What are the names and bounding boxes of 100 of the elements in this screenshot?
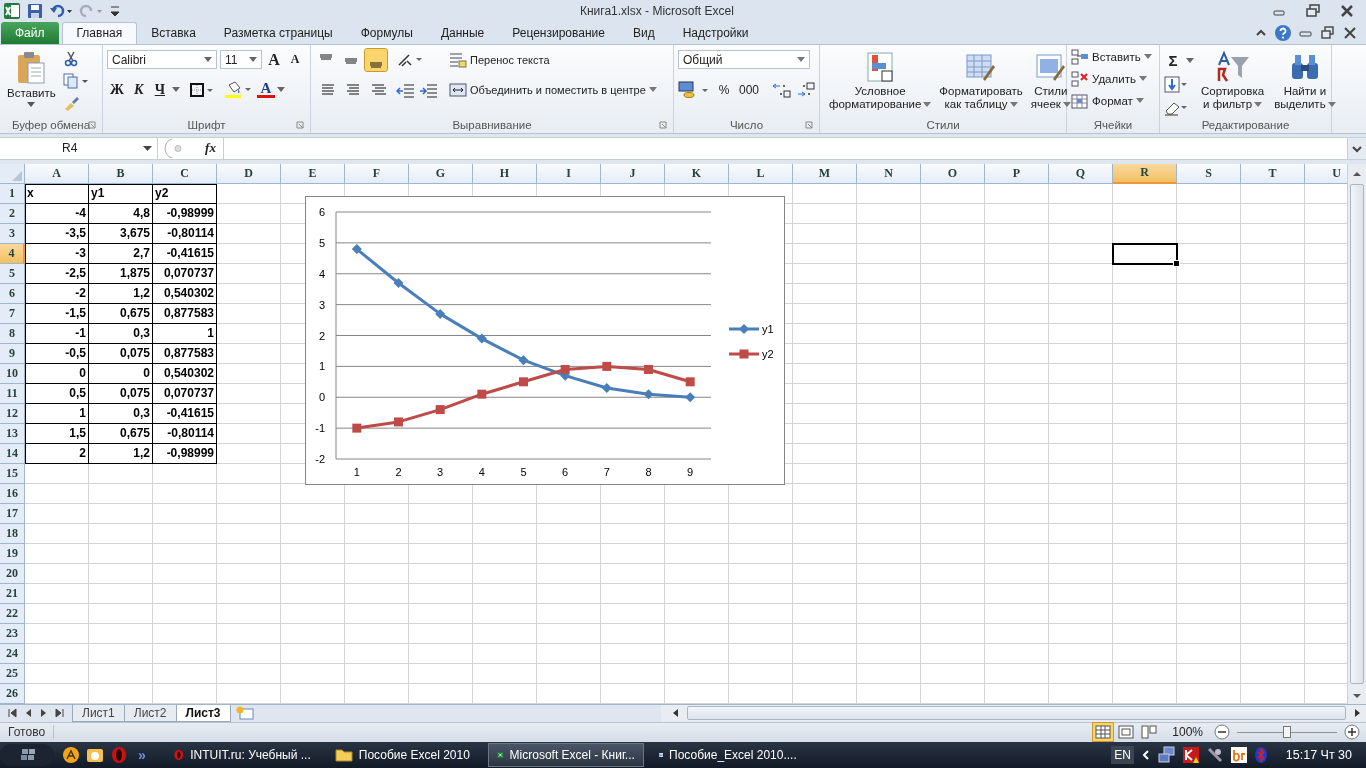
paste-button[interactable]: Вставить — [4, 48, 59, 109]
clock[interactable]: 15:17 Чт 30 — [1285, 748, 1352, 762]
column-header[interactable]: L — [729, 163, 793, 184]
column-header[interactable]: E — [281, 163, 345, 184]
row-header[interactable]: 7 — [0, 303, 25, 324]
name-box[interactable]: R4 — [0, 137, 158, 159]
ribbon-tab[interactable]: Надстройки — [668, 21, 763, 44]
row-header[interactable]: 23 — [0, 623, 25, 644]
ribbon-tab[interactable]: Вставка — [137, 21, 210, 44]
ribbon-tab[interactable]: Формулы — [346, 21, 427, 44]
row-header[interactable]: 13 — [0, 423, 25, 444]
axis-label: 8 — [645, 465, 652, 478]
row-header[interactable]: 26 — [0, 683, 25, 704]
group-label: Шрифт — [187, 118, 226, 131]
row-header[interactable]: 3 — [0, 223, 25, 244]
ribbon-tab[interactable]: Данные — [426, 21, 499, 44]
axis-label: 2 — [395, 465, 402, 478]
grow-font-button[interactable]: A — [265, 49, 283, 70]
row-header[interactable]: 20 — [0, 563, 25, 584]
column-header[interactable]: J — [601, 163, 665, 184]
percent-button[interactable]: % — [715, 79, 733, 100]
row-header[interactable]: 11 — [0, 383, 25, 404]
row-header[interactable]: 14 — [0, 443, 25, 464]
merge-center-button[interactable]: Объединить и поместить в центре — [449, 78, 657, 101]
ribbon-tab[interactable]: Рецензирование — [498, 21, 619, 44]
column-header[interactable]: P — [985, 163, 1049, 184]
font-color-button[interactable]: A — [256, 81, 275, 99]
taskbar-item[interactable]: Пособие Excel 2010 — [325, 743, 482, 767]
styles-button[interactable]: Условное форматирование — [826, 48, 935, 113]
table-cell: -0,80114 — [153, 423, 217, 444]
column-header[interactable]: U — [1305, 163, 1347, 184]
row-header[interactable]: 2 — [0, 203, 25, 224]
taskbar-item[interactable]: Microsoft Excel - Книг... — [487, 743, 644, 767]
row-header[interactable]: 18 — [0, 523, 25, 544]
row-header[interactable]: 16 — [0, 483, 25, 504]
chart-area[interactable]: -2 -1 0 1 2 3 4 5 6 y1 y2 1 2 3 4 5 6 7 8 9 — [305, 195, 785, 485]
column-header[interactable]: D — [217, 163, 281, 184]
column-header[interactable]: Q — [1049, 163, 1113, 184]
row-header[interactable]: 1 — [0, 183, 25, 204]
ribbon-tab[interactable]: Файл — [1, 21, 59, 44]
column-header[interactable]: A — [25, 163, 89, 184]
underline-button[interactable]: Ч — [150, 79, 169, 100]
column-header[interactable]: N — [857, 163, 921, 184]
row-header[interactable]: 5 — [0, 263, 25, 284]
column-header[interactable]: R — [1113, 163, 1177, 184]
ribbon-tab[interactable]: Главная — [61, 21, 138, 44]
more-icons-button[interactable]: » — [138, 747, 146, 763]
autosum-button[interactable]: Σ — [1164, 50, 1182, 71]
cells-button[interactable]: Удалить — [1071, 68, 1147, 89]
editing-button[interactable]: Сортировка и фильтр — [1198, 48, 1268, 113]
axis-label: 6 — [318, 205, 325, 218]
font-size-field[interactable]: 11 — [220, 50, 262, 70]
row-header[interactable]: 17 — [0, 503, 25, 524]
wrap-text-button[interactable]: Перенос текста — [449, 48, 657, 71]
zoom-level[interactable]: 100% — [1172, 725, 1203, 740]
column-header[interactable]: K — [665, 163, 729, 184]
column-header[interactable]: S — [1177, 163, 1241, 184]
column-header[interactable]: C — [153, 163, 217, 184]
table-cell: 3,675 — [89, 223, 153, 244]
row-header[interactable]: 24 — [0, 643, 25, 664]
row-header[interactable]: 10 — [0, 363, 25, 384]
shrink-font-button[interactable]: A — [286, 49, 304, 70]
column-header[interactable]: G — [409, 163, 473, 184]
row-header[interactable]: 4 — [0, 243, 25, 264]
ribbon-tab[interactable]: Разметка страницы — [209, 21, 347, 44]
ribbon-tab[interactable]: Вид — [618, 21, 669, 44]
row-header[interactable]: 25 — [0, 663, 25, 684]
taskbar-item[interactable]: INTUIT.ru: Учебный ... — [163, 743, 320, 767]
italic-button[interactable]: К — [129, 79, 148, 100]
row-header[interactable]: 12 — [0, 403, 25, 424]
row-header[interactable]: 15 — [0, 463, 25, 484]
column-header[interactable]: O — [921, 163, 985, 184]
taskbar-item[interactable]: Пособие_Excel 2010.... — [649, 743, 806, 767]
sheet-tab[interactable]: Лист1 — [72, 704, 125, 722]
column-header[interactable]: H — [473, 163, 537, 184]
cells-button[interactable]: Вставить — [1071, 46, 1152, 67]
column-header[interactable]: I — [537, 163, 601, 184]
styles-button[interactable]: Форматировать как таблицу — [936, 48, 1026, 113]
row-header[interactable]: 21 — [0, 583, 25, 604]
column-header[interactable]: F — [345, 163, 409, 184]
language-indicator[interactable]: EN — [1111, 746, 1134, 764]
cells-button[interactable]: Формат — [1071, 90, 1144, 111]
thousands-button[interactable]: 000 — [736, 79, 763, 100]
row-header[interactable]: 8 — [0, 323, 25, 344]
row-header[interactable]: 22 — [0, 603, 25, 624]
bold-button[interactable]: Ж — [107, 79, 127, 100]
row-header[interactable]: 19 — [0, 543, 25, 564]
column-header[interactable]: T — [1241, 163, 1305, 184]
column-header[interactable]: B — [89, 163, 153, 184]
column-header[interactable]: M — [793, 163, 857, 184]
sheet-tab[interactable]: Лист3 — [175, 704, 231, 722]
sheet-tab[interactable]: Лист2 — [123, 704, 177, 722]
axis-label: -2 — [315, 452, 325, 465]
table-cell: x — [25, 183, 89, 204]
row-header[interactable]: 9 — [0, 343, 25, 364]
insert-function-button[interactable]: fx — [198, 137, 224, 159]
editing-button[interactable]: Найти и выделить — [1271, 48, 1339, 113]
number-format-field[interactable]: Общий — [678, 50, 810, 70]
row-header[interactable]: 6 — [0, 283, 25, 304]
font-family-field[interactable]: Calibri — [107, 50, 217, 70]
